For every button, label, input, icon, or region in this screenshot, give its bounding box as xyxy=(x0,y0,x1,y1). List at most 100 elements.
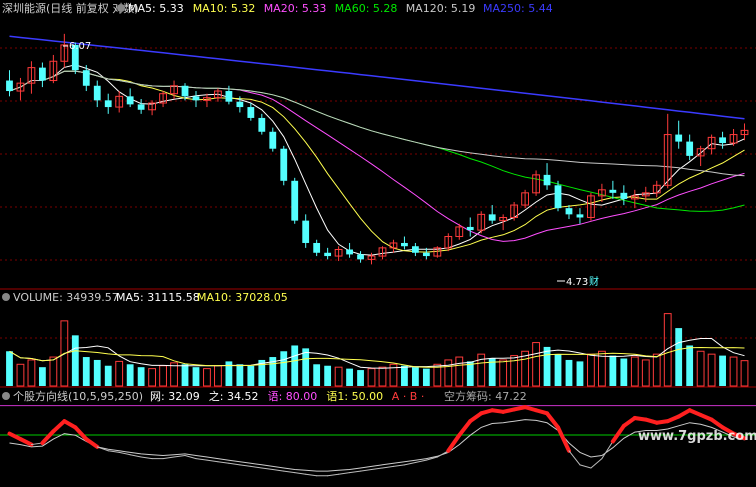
indicator-main-segment xyxy=(360,469,373,472)
indicator-main-segment xyxy=(40,429,56,445)
volume-bars xyxy=(6,313,749,387)
ma-legend-item: MA5: 5.33 xyxy=(128,2,184,15)
indicator-main-segment xyxy=(184,454,197,460)
indicator-main-segment xyxy=(579,464,592,469)
indicator-main-segment xyxy=(206,459,219,463)
indicator-main-segment xyxy=(468,411,484,424)
indicator-main-segment xyxy=(73,425,89,442)
indicator-main-segment xyxy=(621,416,637,428)
volume-bar xyxy=(554,354,562,386)
ma-legend-item: MA10: 5.32 xyxy=(193,2,256,15)
candle-body xyxy=(269,131,277,149)
volume-bar xyxy=(148,368,157,387)
volume-ma5: MA5: 31115.58 xyxy=(116,291,200,304)
candle-body xyxy=(313,242,321,253)
volume-bar xyxy=(203,368,211,387)
ma-line xyxy=(9,64,745,256)
indicator-main-segment xyxy=(250,465,263,469)
candle-body xyxy=(258,117,266,132)
volume-bar xyxy=(422,368,430,386)
low-price-tag: 财 xyxy=(589,275,599,288)
indicator-main-segment xyxy=(118,451,131,456)
indicator-main-segment xyxy=(545,411,561,430)
volume-bar xyxy=(280,351,288,386)
volume-bar xyxy=(181,364,189,386)
candle-body xyxy=(357,254,364,260)
indicator-legend-item: 语: 80.00 xyxy=(268,390,318,403)
candle-body xyxy=(565,208,573,215)
indicator-main-segment xyxy=(338,472,351,475)
indicator-main-segment xyxy=(239,464,252,467)
volume-bar xyxy=(27,359,36,387)
candle-body xyxy=(192,96,200,101)
candle-body xyxy=(609,189,617,193)
volume-bar xyxy=(126,364,134,386)
indicator-main-segment xyxy=(51,419,67,434)
indicator-main-segment xyxy=(18,437,34,447)
indicator-main-segment xyxy=(173,454,186,458)
volume-bar xyxy=(565,359,573,386)
indicator-thin-line xyxy=(9,419,745,472)
indicator-legend-item: 网: 32.09 xyxy=(150,390,200,403)
settings-icon[interactable] xyxy=(117,4,125,12)
candle-body xyxy=(719,137,726,144)
volume-bar xyxy=(641,359,650,387)
volume-bar xyxy=(444,359,453,387)
indicator-settings-icon[interactable] xyxy=(2,392,10,400)
candle-body xyxy=(93,85,101,101)
volume-bar xyxy=(192,367,200,386)
volume-settings-icon[interactable] xyxy=(2,293,10,301)
volume-bar xyxy=(499,359,508,387)
volume-ma10: MA10: 37028.05 xyxy=(197,291,288,304)
candle-body xyxy=(280,148,288,181)
volume-bar xyxy=(740,360,749,387)
volume-bar xyxy=(719,355,726,386)
indicator-title: 个股方向线(10,5,95,250) xyxy=(13,389,143,403)
candle-body xyxy=(6,80,13,92)
indicator-main-segment xyxy=(709,417,725,430)
candle-body xyxy=(686,141,694,156)
volume-bar xyxy=(302,348,310,386)
ma-legend-item: MA20: 5.33 xyxy=(264,2,327,15)
volume-bar xyxy=(587,353,595,387)
volume-bar xyxy=(367,368,376,387)
volume-bar xyxy=(291,345,299,386)
volume-bar xyxy=(696,350,705,387)
candle-body xyxy=(411,246,419,253)
low-price-label: 4.73 xyxy=(566,277,588,288)
candle-body xyxy=(675,134,683,142)
indicator-main-segment xyxy=(305,473,318,477)
volume-bar xyxy=(236,364,244,386)
indicator-main-segment xyxy=(601,440,614,460)
indicator-legend-item: 空方筹码: 47.22 xyxy=(444,389,527,403)
volume-bar xyxy=(455,356,464,387)
volume-bar xyxy=(38,367,46,386)
candle-body xyxy=(554,185,562,209)
volume-bar xyxy=(729,356,738,387)
volume-bar xyxy=(532,342,540,387)
candle-body xyxy=(126,96,134,105)
volume-title: VOLUME: 34939.57 xyxy=(13,291,119,304)
volume-bar xyxy=(16,363,25,387)
indicator-legend-item: 之: 34.52 xyxy=(209,389,259,403)
ma250-line xyxy=(9,35,745,120)
candle-body xyxy=(302,220,310,243)
volume-bar xyxy=(334,366,343,387)
volume-bar xyxy=(104,365,112,386)
chart-root: 深圳能源(日线 前复权 对数) MA5: 5.33 MA10: 5.32 MA20:… xyxy=(0,0,756,487)
candle-body xyxy=(576,214,584,218)
indicator-main-segment xyxy=(261,467,274,471)
candles xyxy=(6,33,749,265)
indicator-main-segment xyxy=(392,464,405,467)
candle-body xyxy=(466,226,474,231)
candle-body xyxy=(38,67,46,81)
volume-bar xyxy=(71,335,79,386)
volume-bar xyxy=(6,351,13,386)
volume-bar xyxy=(576,361,584,386)
indicator-main-segment xyxy=(568,450,581,466)
indicator-main-segment xyxy=(590,458,603,469)
indicator-main-segment xyxy=(371,467,383,471)
volume-bar xyxy=(357,370,364,386)
indicator-main-segment xyxy=(272,469,285,472)
volume-bar xyxy=(159,365,167,387)
